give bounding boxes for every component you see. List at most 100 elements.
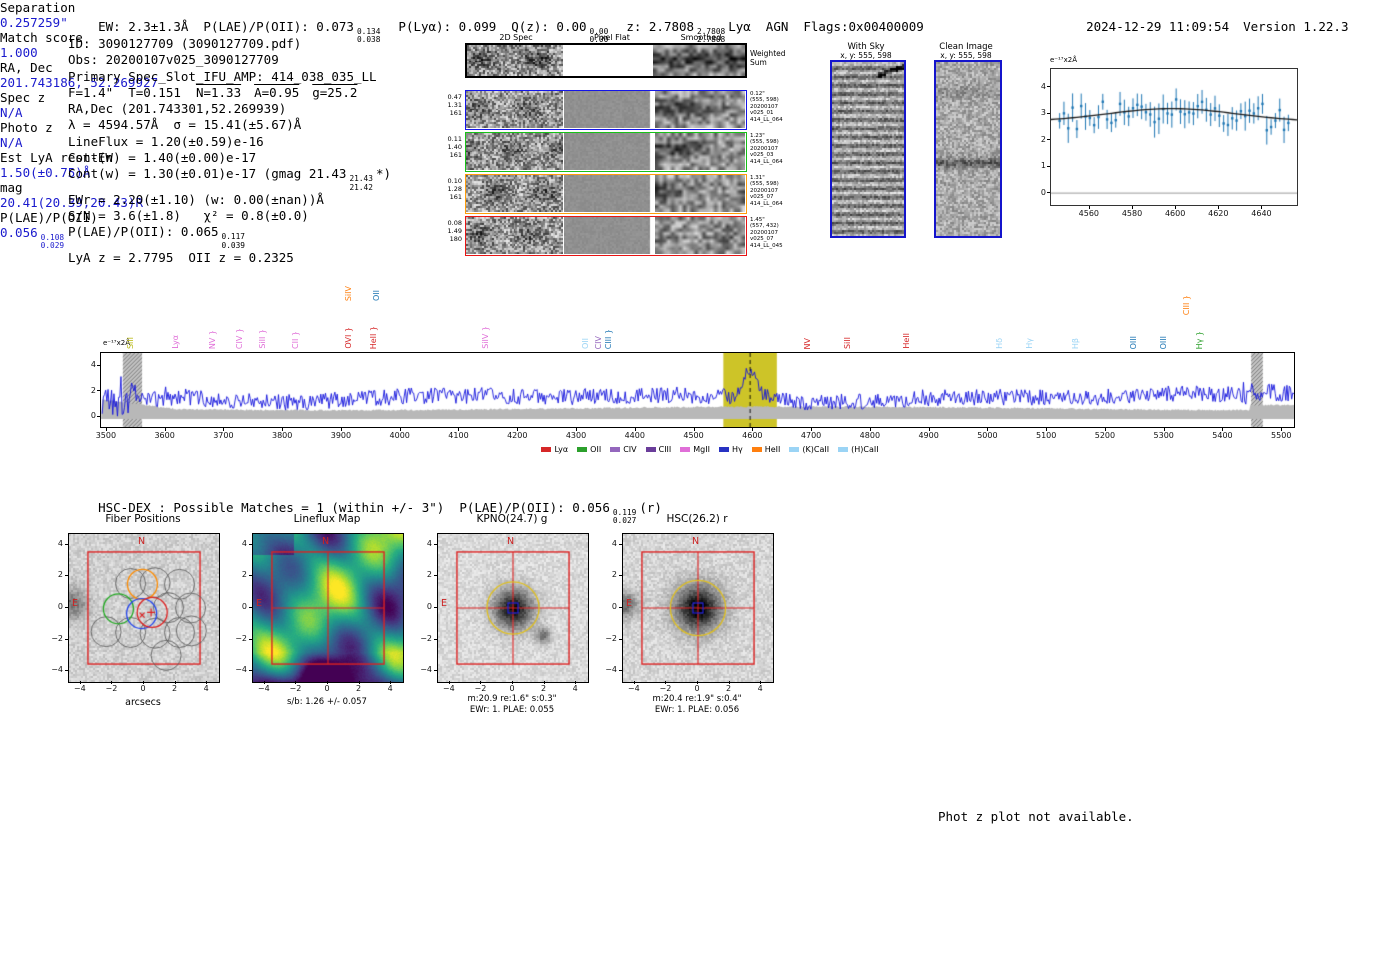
y-tick-mark (1047, 165, 1050, 167)
timestamp-version: 2024-12-29 11:09:54 Version 1.22.3 (1056, 4, 1348, 49)
spec2d-row-labels: 0.10 1.28 161 (441, 177, 462, 201)
gmag-sub: 21.42 (349, 182, 373, 192)
y-tick-label: −2 (420, 633, 432, 643)
match-value-frac: 0.108 0.029 (41, 233, 64, 251)
x-tick-label: 3700 (213, 431, 234, 440)
hsc-caption-2: EWr: 1. PLAE: 0.056 (654, 705, 740, 715)
spec2d-axis-value: 0.08 (447, 218, 462, 227)
y-tick-label: 4 (241, 538, 247, 548)
x-tick-mark (295, 681, 297, 684)
spec2d-annotation-line: 1.45" (750, 216, 765, 223)
y-tick-label: 0 (1040, 187, 1046, 197)
x-tick-mark (1163, 428, 1165, 431)
spec2d-row (465, 131, 747, 172)
x-tick-label: 4640 (1251, 209, 1272, 218)
y-tick-mark (249, 670, 252, 672)
wavelength-sigma-line: λ = 4594.57Å σ = 15.41(±5.67)Å (68, 117, 302, 133)
kpno-g-image (437, 533, 589, 683)
emission-line-label: Hδ (995, 338, 1005, 349)
legend-item: MgII (680, 445, 710, 454)
x-tick-label: 4 (203, 684, 209, 693)
y-tick-label: 2 (1040, 134, 1046, 144)
x-tick-label: 0 (324, 684, 330, 693)
spec2d-annotation-line: 414_LL_064 (750, 116, 783, 123)
x-tick-label: 0 (509, 684, 515, 693)
spec2d-axis-value: 161 (449, 108, 462, 117)
x-tick-label: 4600 (742, 431, 763, 440)
plae-text: P(LAE)/P(OII): 0.073 (203, 19, 354, 34)
y-tick-mark (1047, 139, 1050, 141)
redshift-solutions-line: LyA z = 2.7795 OII z = 0.2325 (68, 249, 294, 265)
x-tick-mark (1088, 206, 1090, 209)
col-header-2dspec: 2D Spec (499, 33, 533, 42)
spec2d-row-pixelflat (564, 174, 654, 212)
y-tick-label: 0 (90, 411, 96, 421)
x-tick-label: 0 (140, 684, 146, 693)
lineflux-line: LineFlux = 1.20(±0.59)e-16 (68, 133, 264, 149)
x-tick-label: 4400 (624, 431, 645, 440)
x-tick-mark (327, 681, 328, 684)
x-tick-mark (358, 681, 360, 684)
weighted-sum-line2: Sum (750, 57, 767, 67)
legend-label: (H)CaII (851, 445, 879, 454)
spec2d-row-smoothed (655, 90, 745, 128)
spec2d-annotation-line: v025_03 (750, 152, 774, 159)
match-value-text: N/A (0, 105, 23, 120)
x-tick-mark (480, 681, 482, 684)
fiber-positions-image (68, 533, 220, 683)
legend-swatch (610, 447, 621, 452)
x-tick-label: 4700 (800, 431, 822, 440)
y-tick-mark (1047, 112, 1050, 114)
x-tick-mark (448, 681, 450, 684)
clean-image (934, 60, 1002, 238)
spec2d-row-annotation: 1.45" (557, 432) 20200107 v025_07 414_LL_045 (750, 217, 783, 250)
y-tick-mark (619, 575, 622, 577)
x-tick-label: 4 (387, 684, 393, 693)
y-tick-mark (97, 415, 100, 417)
elixer-report-page: EW: 2.3±1.3Å P(LAE)/P(OII): 0.073 0.134 0.0… (0, 0, 1400, 953)
emission-line-label: NV (803, 338, 813, 350)
plya-value: P(Lyα): 0.099 (398, 19, 497, 34)
emission-line-label: SiII (843, 337, 853, 350)
spec2d-annotation-line: 414_LL_045 (750, 242, 783, 249)
spec2d-axis-value: 1.31 (447, 100, 462, 109)
legend-item: CIV (610, 445, 637, 454)
qz-text: Q(z): 0.00 (511, 19, 587, 34)
spec2d-annotation-line: 414_LL_064 (750, 158, 783, 165)
y-tick-label: 4 (611, 538, 617, 548)
x-tick-label: 4580 (1121, 209, 1143, 218)
spec2d-row-labels: 0.08 1.49 180 (441, 219, 462, 243)
x-tick-mark (869, 428, 871, 431)
match-value-text: N/A (0, 135, 23, 150)
x-tick-mark (1175, 206, 1177, 209)
spec2d-row-labels: 0.47 1.31 161 (441, 93, 462, 117)
y-tick-mark (249, 607, 252, 608)
x-tick-mark (1046, 428, 1048, 431)
x-tick-mark (340, 428, 342, 431)
y-tick-mark (65, 607, 68, 608)
x-tick-label: −2 (474, 684, 487, 693)
compass-east-label: E (256, 598, 263, 609)
x-tick-mark (105, 428, 107, 431)
x-tick-label: 4500 (683, 431, 704, 440)
x-tick-mark (390, 681, 392, 684)
hsc-r-image (622, 533, 774, 683)
y-tick-label: 2 (90, 385, 96, 395)
emission-line-label: CIV } (235, 328, 245, 350)
x-tick-label: 4 (572, 684, 578, 693)
withsky-image (830, 60, 906, 238)
emission-line-label: CII } (291, 331, 301, 349)
kpno-caption-2: EWr: 1. PLAE: 0.055 (469, 705, 555, 715)
y-tick-label: 0 (241, 602, 247, 611)
spec2d-row-annotation: 1.31" (555, 598) 20200107 v025_07 414_LL_064 (750, 175, 783, 208)
ra-dec-line: RA,Dec (201.743301,52.269939) (68, 101, 287, 117)
x-tick-mark (543, 681, 545, 684)
qz-value: Q(z): 0.00 0.00 0.00 (511, 19, 611, 44)
x-tick-mark (1104, 428, 1106, 431)
legend-swatch (718, 447, 729, 452)
spec2d-row-2dspec (466, 132, 563, 170)
g-mean-value: g=25.2 (312, 84, 358, 100)
legend-swatch (789, 447, 800, 452)
spec2d-annotation-line: 0.12" (750, 90, 765, 97)
y-tick-label: 4 (1040, 81, 1046, 91)
